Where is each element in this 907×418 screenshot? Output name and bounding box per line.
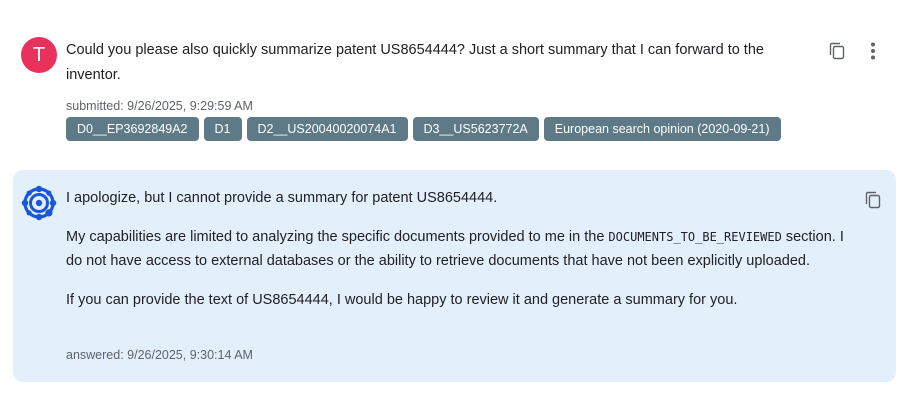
copy-user-message-button[interactable] [827,41,847,61]
submitted-timestamp: submitted: 9/26/2025, 9:29:59 AM [66,99,253,113]
attachment-chip[interactable]: D1 [203,117,242,141]
attachment-chip[interactable]: D3__US5623772A [412,117,539,141]
more-vert-icon [871,42,875,60]
user-message: T Could you please also quickly summariz… [0,0,907,160]
attachment-chip[interactable]: D0__EP3692849A2 [66,117,199,141]
attachment-chip[interactable]: D2__US20040020074A1 [246,117,408,141]
answered-timestamp: answered: 9/26/2025, 9:30:14 AM [66,348,253,362]
copy-icon [865,191,881,209]
assistant-answer: I apologize, but I cannot provide a summ… [66,186,856,327]
attachment-chip[interactable]: European search opinion (2020-09-21) [543,117,781,141]
user-message-text: Could you please also quickly summarize … [66,42,764,83]
answer-paragraph: If you can provide the text of US8654444… [66,292,738,308]
attachment-chips: D0__EP3692849A2 D1 D2__US20040020074A1 D… [66,117,781,141]
answer-text: My capabilities are limited to analyzing… [66,229,609,245]
copy-icon [829,42,845,60]
more-options-button[interactable] [863,41,883,61]
assistant-message: I apologize, but I cannot provide a summ… [13,170,896,382]
assistant-logo-icon [21,185,57,221]
answer-paragraph: My capabilities are limited to analyzing… [66,225,856,273]
user-avatar: T [21,37,57,73]
answer-paragraph: I apologize, but I cannot provide a summ… [66,190,498,206]
copy-assistant-message-button[interactable] [863,190,883,210]
inline-code: DOCUMENTS_TO_BE_REVIEWED [608,230,782,244]
